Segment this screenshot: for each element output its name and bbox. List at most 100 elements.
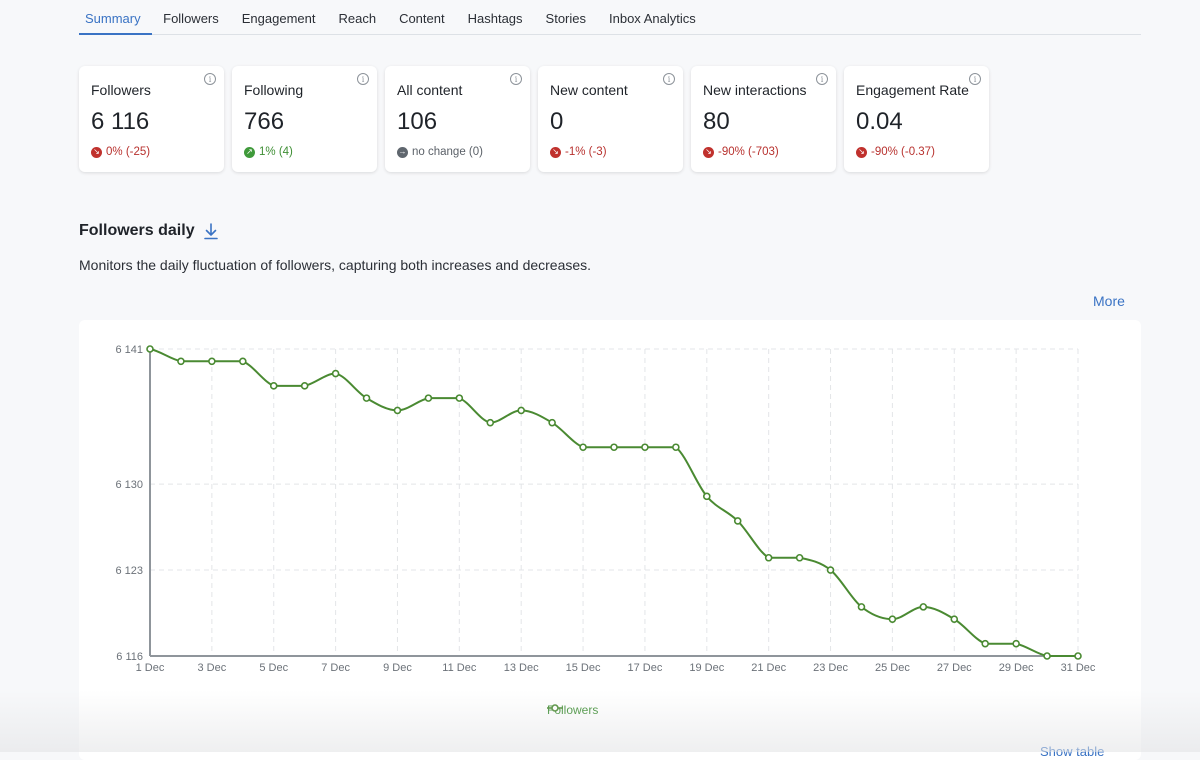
data-point xyxy=(177,357,185,366)
tab-hashtags[interactable]: Hashtags xyxy=(456,0,534,35)
x-tick-label: 27 Dec xyxy=(937,662,972,674)
tab-followers[interactable]: Followers xyxy=(152,0,231,35)
x-tick-label: 7 Dec xyxy=(321,662,350,674)
data-point xyxy=(362,394,371,402)
metric-value: 0 xyxy=(550,108,564,135)
x-tick-label: 5 Dec xyxy=(259,662,288,674)
info-icon[interactable]: i xyxy=(663,73,675,85)
metric-delta-text: no change (0) xyxy=(412,146,483,158)
followers-series-line xyxy=(149,348,1078,657)
metric-delta: ↘ -90% (-0.37) xyxy=(856,146,977,158)
x-tick-label: 13 Dec xyxy=(504,662,539,674)
metric-value: 80 xyxy=(703,108,730,135)
x-tick-label: 21 Dec xyxy=(751,662,786,674)
x-tick-label: 17 Dec xyxy=(628,662,663,674)
metric-value: 6 116 xyxy=(91,108,150,135)
metric-title: New interactions xyxy=(703,82,807,98)
metric-title: All content xyxy=(397,82,463,98)
data-point xyxy=(857,603,866,611)
metric-delta-text: -1% (-3) xyxy=(565,146,607,158)
data-point xyxy=(764,553,773,562)
more-link[interactable]: More xyxy=(1093,293,1125,309)
data-point xyxy=(1043,652,1051,660)
info-icon[interactable]: i xyxy=(816,73,828,85)
x-tick-label: 9 Dec xyxy=(383,662,412,674)
data-point xyxy=(672,443,680,452)
tab-stories[interactable]: Stories xyxy=(534,0,597,35)
tab-inbox-analytics[interactable]: Inbox Analytics xyxy=(598,0,708,35)
metric-card-new-interactions: i New interactions 80 ↘ -90% (-703) xyxy=(691,66,836,172)
metric-delta: ↘ -1% (-3) xyxy=(550,146,671,158)
data-point xyxy=(1012,639,1020,648)
metric-title: Engagement Rate xyxy=(856,82,969,98)
download-icon[interactable] xyxy=(203,222,219,240)
data-point xyxy=(702,492,711,501)
info-icon[interactable]: i xyxy=(357,73,369,85)
x-tick-label: 15 Dec xyxy=(566,662,601,674)
data-point xyxy=(486,418,495,427)
data-point xyxy=(455,394,464,402)
metric-delta-text: 1% (4) xyxy=(259,146,293,158)
data-point xyxy=(950,615,959,623)
x-tick-label: 29 Dec xyxy=(999,662,1034,674)
x-tick-label: 11 Dec xyxy=(442,662,477,674)
followers-chart-card: 6 116 6 123 6 130 6 141 1 Dec 3 Dec 5 Dec 7 Dec… xyxy=(79,320,1141,760)
legend-marker-icon xyxy=(547,704,563,712)
followers-line-chart: 6 1166 1236 1306 1411 Dec 3 Dec 5 Dec 7 Dec… xyxy=(115,344,1096,674)
data-point xyxy=(146,345,154,353)
tab-reach[interactable]: Reach xyxy=(327,0,388,35)
data-point xyxy=(424,394,433,402)
metric-delta-text: 0% (-25) xyxy=(106,146,151,158)
data-point xyxy=(981,639,990,648)
info-icon[interactable]: i xyxy=(969,73,981,85)
metric-cards: i Followers 6 116 ↘ 0% (-25) i Following 766 ↗ 1%… xyxy=(79,66,989,172)
metric-title: New content xyxy=(550,82,628,98)
tab-content[interactable]: Content xyxy=(388,0,457,35)
x-tick-label: 23 Dec xyxy=(813,662,848,674)
arrow-right-icon: → xyxy=(397,146,408,158)
tab-summary[interactable]: Summary xyxy=(79,0,152,35)
data-point xyxy=(610,443,618,452)
metric-delta: → no change (0) xyxy=(397,146,518,158)
data-point xyxy=(517,406,526,415)
metric-card-followers: i Followers 6 116 ↘ 0% (-25) xyxy=(79,66,224,172)
data-point xyxy=(1074,652,1082,660)
arrow-down-right-icon: ↘ xyxy=(550,146,561,158)
metric-delta-text: -90% (-703) xyxy=(718,146,779,158)
metric-value: 766 xyxy=(244,108,285,135)
metric-title: Followers xyxy=(91,82,151,98)
arrow-down-right-icon: ↘ xyxy=(703,146,714,158)
tab-engagement[interactable]: Engagement xyxy=(230,0,327,35)
data-point xyxy=(579,443,587,452)
data-point xyxy=(393,406,402,415)
metric-title: Following xyxy=(244,82,304,98)
x-tick-label: 25 Dec xyxy=(875,662,910,674)
data-point xyxy=(919,603,928,611)
section-header: Followers daily xyxy=(79,222,219,240)
metric-delta-text: -90% (-0.37) xyxy=(871,146,935,158)
x-tick-label: 31 Dec xyxy=(1061,662,1096,674)
metric-delta: ↘ 0% (-25) xyxy=(91,146,212,158)
metric-card-engagement-rate: i Engagement Rate 0.04 ↘ -90% (-0.37) xyxy=(844,66,989,172)
x-tick-label: 1 Dec xyxy=(136,662,165,674)
info-icon[interactable]: i xyxy=(510,73,522,85)
data-point xyxy=(733,517,742,525)
data-point xyxy=(269,382,278,390)
arrow-up-right-icon: ↗ xyxy=(244,146,255,158)
metric-value: 106 xyxy=(397,108,438,135)
data-point xyxy=(826,566,835,574)
info-icon[interactable]: i xyxy=(204,73,216,85)
data-point xyxy=(208,357,216,366)
metric-card-following: i Following 766 ↗ 1% (4) xyxy=(232,66,377,172)
section-description: Monitors the daily fluctuation of follow… xyxy=(79,257,592,273)
section-title: Followers daily xyxy=(79,222,195,239)
data-point xyxy=(300,382,309,390)
y-tick-label: 6 130 xyxy=(115,479,143,491)
metric-delta: ↘ -90% (-703) xyxy=(703,146,824,158)
data-point xyxy=(641,443,649,452)
legend-item-followers[interactable]: Followers xyxy=(547,703,598,717)
arrow-down-right-icon: ↘ xyxy=(856,146,867,158)
data-point xyxy=(888,615,897,623)
metric-card-all-content: i All content 106 → no change (0) xyxy=(385,66,530,172)
x-tick-label: 19 Dec xyxy=(689,662,724,674)
